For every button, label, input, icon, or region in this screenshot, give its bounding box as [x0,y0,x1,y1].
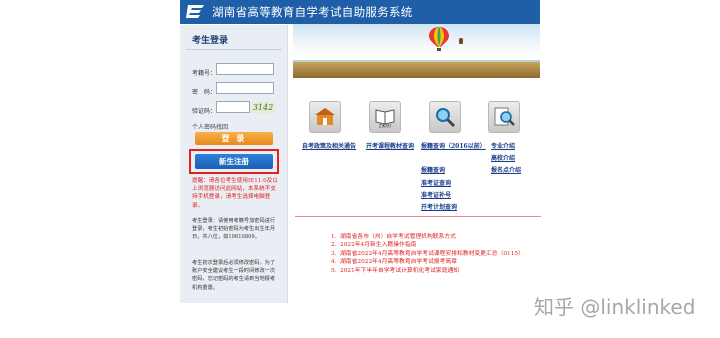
password-input[interactable] [216,82,274,94]
banner-grass [293,62,540,78]
exam-no-input[interactable] [216,63,274,75]
banner-image [293,24,540,78]
registration-point-link[interactable]: 报名点介绍 [491,165,521,174]
policy-tile[interactable] [309,101,341,133]
news-item[interactable]: 4. 湖南省2022年4月高等教育自学考试报考简章 [331,258,541,266]
news-item[interactable]: 3. 湖南省2022年4月高等教育自学考试课程安排和教材变更汇总（0115） [331,250,541,258]
password-label: 密 码： [192,89,217,96]
major-tile[interactable] [488,101,520,133]
news-title[interactable]: 2022年4月新生入籍操作指南 [340,241,416,249]
magnifier-icon [436,108,456,128]
news-title[interactable]: 湖南省2022年4月高等教育自学考试课程安排和教材变更汇总（0115） [340,250,524,258]
magnifier-document-icon [494,107,515,126]
small-balloon-icon [459,38,463,44]
login-panel: 考生登录 考籍号： 密 码： 验证码： 3142 个人密码找回 登 录 新生注册… [180,25,288,303]
exam-no-label: 考籍号： [192,70,217,77]
courses-tile[interactable]: ZIKAO [369,101,401,133]
register-button[interactable]: 新生注册 [195,154,273,169]
major-intro-link[interactable]: 专业介绍 [491,141,515,150]
registry-pre2016-link[interactable]: 报籍查询（2016以前） [421,141,486,150]
news-item[interactable]: 1. 湖南省各市（州）自学考试管理机构联系方式 [331,233,541,241]
news-title[interactable]: 湖南省各市（州）自学考试管理机构联系方式 [340,233,456,241]
watermark: 知乎 @linklinked [534,295,696,319]
login-divider [186,49,282,50]
ticket-number-link[interactable]: 准考证补号 [421,190,451,199]
admission-ticket-link[interactable]: 准考证查询 [421,178,451,187]
login-button[interactable]: 登 录 [195,132,273,145]
news-title[interactable]: 2021年下半年自学考试计算机化考试家庭通知 [340,267,459,275]
browser-warning: 提醒：请各位考生使用IE11.0及以上浏览器访问此网站，本系统不支持手机登录，请… [192,178,278,209]
login-heading: 考生登录 [192,36,229,46]
news-item[interactable]: 5. 2021年下半年自学考试计算机化考试家庭通知 [331,267,541,275]
logo-icon [186,5,204,18]
college-intro-link[interactable]: 高校介绍 [491,153,515,162]
courses-link[interactable]: 开考课程教材查询 [366,141,414,150]
house-icon [315,108,335,125]
book-icon: ZIKAO [375,109,395,129]
captcha-input[interactable] [216,101,250,113]
news-list: 1. 湖南省各市（州）自学考试管理机构联系方式 2. 2022年4月新生入籍操作指南… [331,233,541,275]
svg-text:ZIKAO: ZIKAO [379,124,391,129]
news-item[interactable]: 2. 2022年4月新生入籍操作指南 [331,241,541,249]
forgot-password-link[interactable]: 个人密码找回 [192,122,228,131]
site-title: 湖南省高等教育自学考试自助服务系统 [212,5,413,19]
password-notice: 考生初次登录后必须修改密码，为了账户安全建议考生一段时间修改一次密码，忘记密码的… [192,260,276,291]
register-highlight-frame: 新生注册 [189,149,279,174]
captcha-image[interactable]: 3142 [251,102,275,113]
news-divider [295,216,541,217]
header-bar: 湖南省高等教育自学考试自助服务系统 [180,0,540,24]
registry-link[interactable]: 报籍查询 [421,165,445,174]
login-notice: 考生登录：请使用考籍号加密码进行登录，考生初始密码为考生出生年月日，共八位，如1… [192,218,276,241]
captcha-label: 验证码： [192,108,217,115]
hot-air-balloon-icon [429,27,449,51]
exam-plan-link[interactable]: 开考计划查询 [421,202,457,211]
policy-link[interactable]: 自考政策及相关通告 [302,141,356,150]
news-title[interactable]: 湖南省2022年4月高等教育自学考试报考简章 [340,258,457,266]
registry-tile[interactable] [429,101,461,133]
